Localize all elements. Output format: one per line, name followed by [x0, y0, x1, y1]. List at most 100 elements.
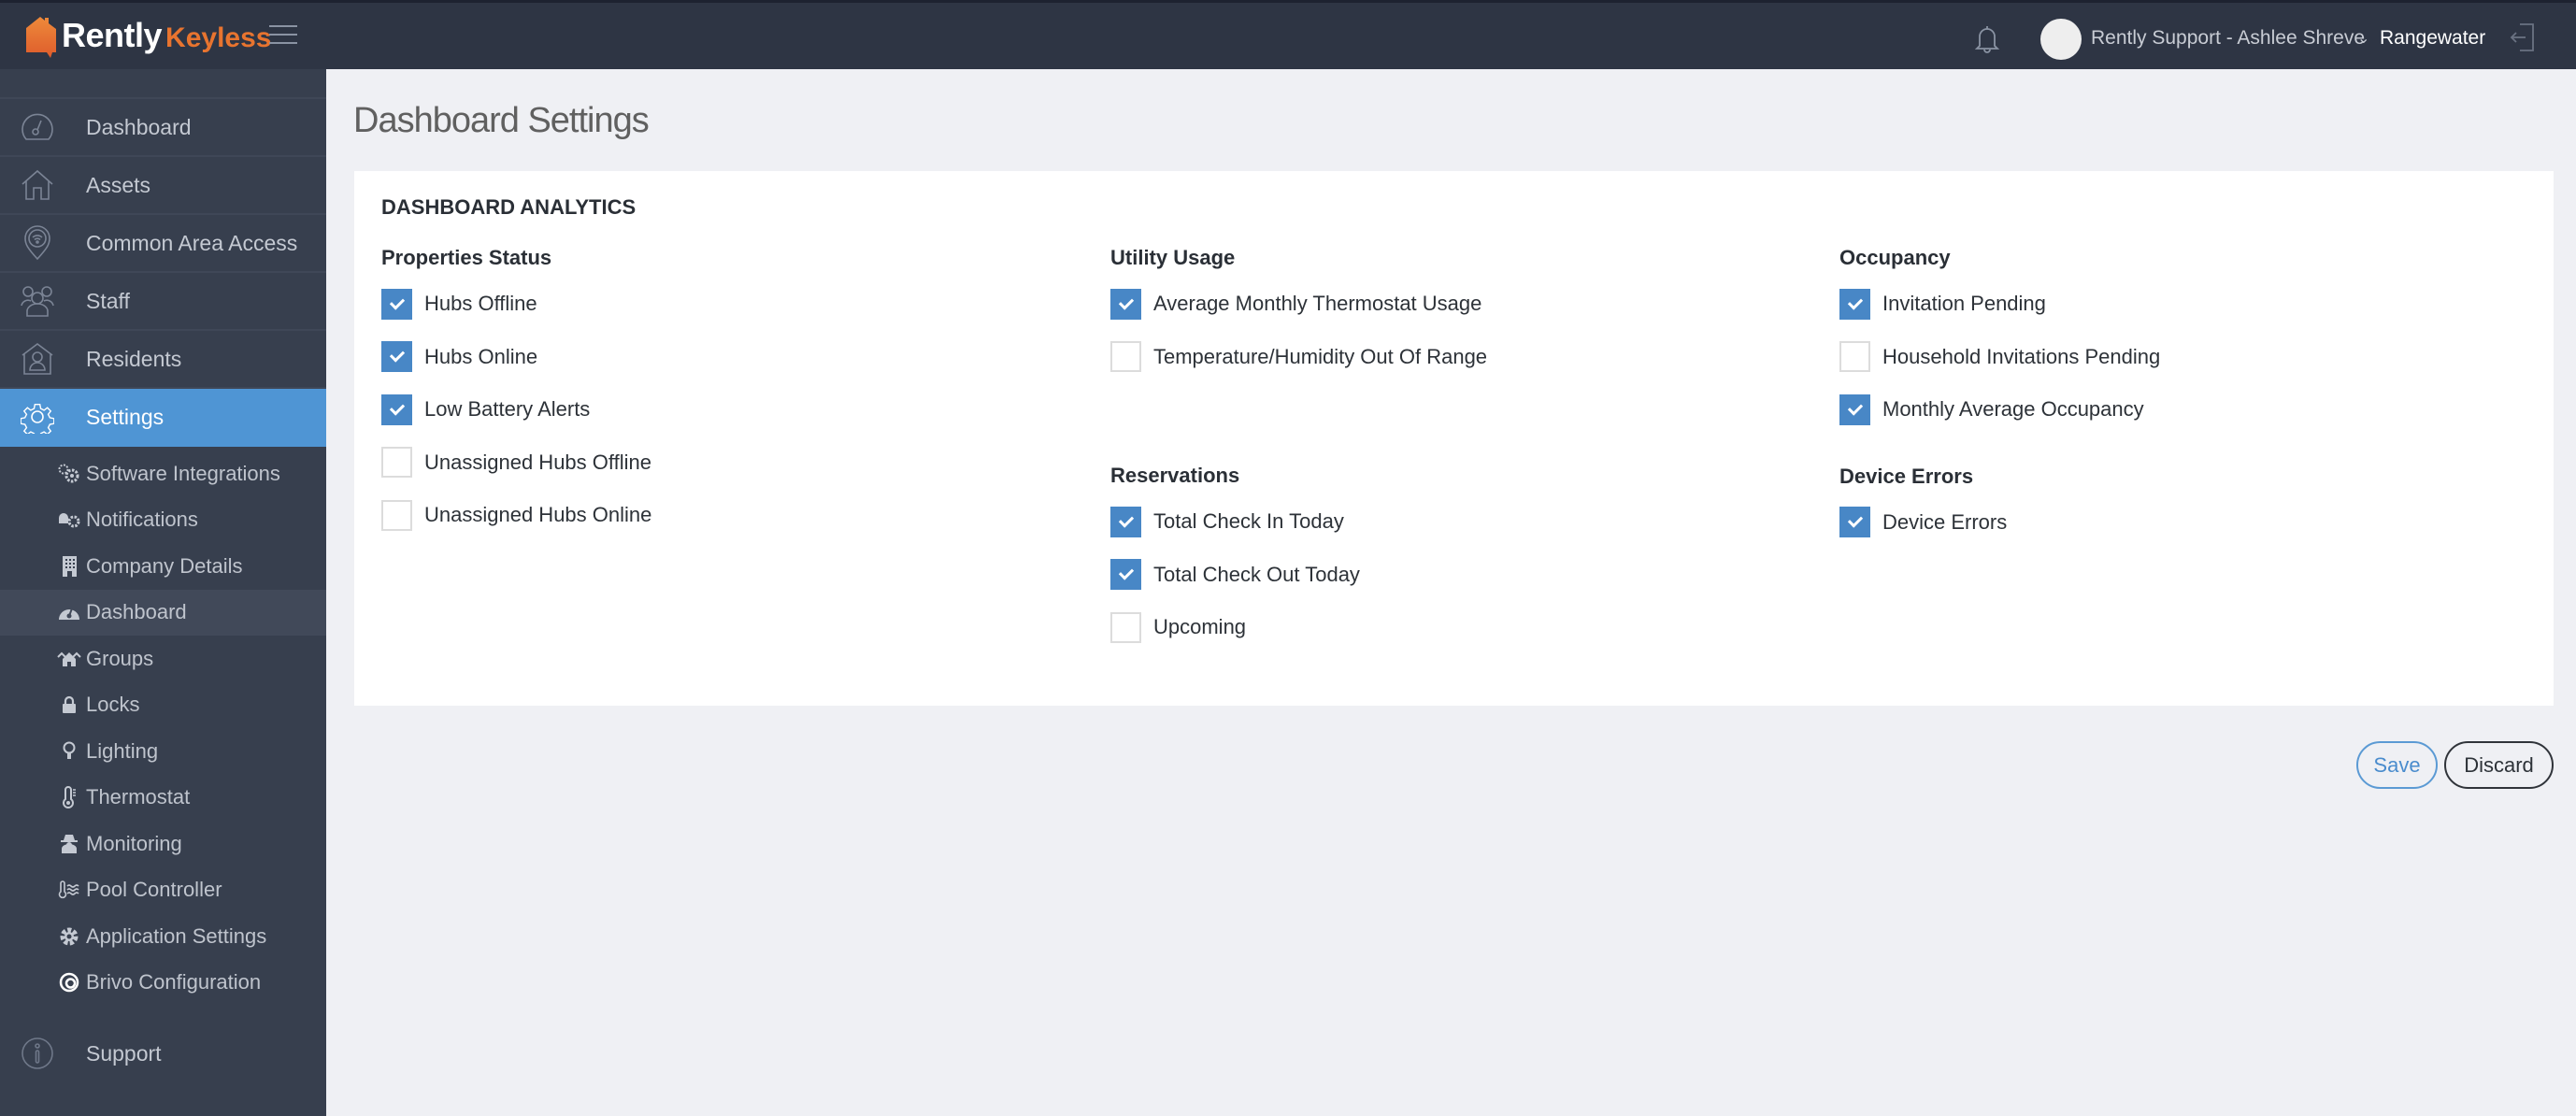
checkbox[interactable]: [381, 341, 412, 373]
submenu-item-label: Brivo Configuration: [86, 970, 262, 994]
checkbox[interactable]: [1110, 559, 1141, 591]
group-title: Occupancy: [1839, 246, 1951, 269]
checkbox[interactable]: [1839, 341, 1870, 373]
brivo-icon: [56, 970, 82, 994]
sidebar-item-staff[interactable]: Staff: [0, 273, 326, 331]
option-invitation-pending[interactable]: Invitation Pending: [1839, 278, 2160, 331]
submenu-item-brivo-configuration[interactable]: Brivo Configuration: [0, 960, 326, 1007]
submenu-item-software-integrations[interactable]: Software Integrations: [0, 451, 326, 497]
checkbox[interactable]: [1110, 288, 1141, 320]
checkbox[interactable]: [1110, 341, 1141, 373]
option-hubs-online[interactable]: Hubs Online: [381, 331, 651, 384]
sidebar-item-label: Residents: [86, 346, 182, 371]
houses-icon: [56, 647, 82, 671]
option-monthly-average-occupancy[interactable]: Monthly Average Occupancy: [1839, 383, 2160, 436]
sidebar-item-label: Assets: [86, 172, 151, 197]
checkbox[interactable]: [1839, 393, 1870, 425]
option-unassigned-hubs-online[interactable]: Unassigned Hubs Online: [381, 489, 651, 542]
sidebar-item-common-area-access[interactable]: Common Area Access: [0, 215, 326, 273]
organization-name[interactable]: Rangewater: [2380, 27, 2485, 50]
checkbox-label: Device Errors: [1882, 509, 2008, 534]
menu-icon[interactable]: [269, 25, 297, 48]
group-title: Device Errors: [1839, 464, 1974, 488]
sidebar-item-label: Settings: [86, 404, 165, 429]
submenu-item-dashboard[interactable]: Dashboard: [0, 589, 326, 636]
house-icon: [19, 166, 56, 204]
sidebar-item-label: Staff: [86, 288, 130, 313]
logo-text-primary: Rently: [62, 16, 163, 54]
checkbox[interactable]: [381, 447, 412, 479]
spy-icon: [56, 832, 82, 856]
option-low-battery-alerts[interactable]: Low Battery Alerts: [381, 383, 651, 436]
dashboard-gauge-icon: [56, 600, 82, 624]
option-hubs-offline[interactable]: Hubs Offline: [381, 278, 651, 331]
option-average-monthly-thermostat-usage[interactable]: Average Monthly Thermostat Usage: [1110, 278, 1487, 331]
option-upcoming[interactable]: Upcoming: [1110, 601, 1487, 654]
submenu-item-label: Monitoring: [86, 831, 182, 855]
submenu-item-company-details[interactable]: Company Details: [0, 543, 326, 590]
sidebar-item-assets[interactable]: Assets: [0, 157, 326, 215]
option-total-check-in-today[interactable]: Total Check In Today: [1110, 495, 1487, 549]
sidebar: Dashboard Assets Common Area Access Staf…: [0, 69, 326, 1116]
checkbox-label: Hubs Online: [424, 344, 538, 368]
checkbox-label: Temperature/Humidity Out Of Range: [1153, 344, 1488, 368]
checkbox[interactable]: [1839, 288, 1870, 320]
settings-submenu: Software Integrations Notifications Comp…: [0, 447, 326, 1006]
checkbox[interactable]: [381, 288, 412, 320]
submenu-item-pool-controller[interactable]: Pool Controller: [0, 867, 326, 914]
submenu-item-label: Software Integrations: [86, 461, 280, 485]
sidebar-item-residents[interactable]: Residents: [0, 331, 326, 389]
submenu-item-application-settings[interactable]: Application Settings: [0, 913, 326, 960]
gear-icon: [19, 398, 56, 436]
checkbox-label: Unassigned Hubs Offline: [424, 450, 651, 474]
group-title: Properties Status: [381, 246, 552, 269]
submenu-item-label: Company Details: [86, 553, 243, 578]
info-icon: [19, 1035, 56, 1072]
speedometer-icon: [19, 108, 56, 146]
submenu-item-label: Notifications: [86, 508, 198, 532]
submenu-item-label: Application Settings: [86, 923, 267, 948]
submenu-item-notifications[interactable]: Notifications: [0, 497, 326, 544]
option-device-errors[interactable]: Device Errors: [1839, 496, 2160, 550]
submenu-item-groups[interactable]: Groups: [0, 636, 326, 682]
submenu-item-locks[interactable]: Locks: [0, 682, 326, 729]
option-unassigned-hubs-offline[interactable]: Unassigned Hubs Offline: [381, 436, 651, 490]
group-occupancy: Occupancy Invitation Pending Household I…: [1839, 246, 2160, 436]
submenu-item-label: Groups: [86, 646, 154, 670]
user-name[interactable]: Rently Support - Ashlee Shreve: [2091, 27, 2365, 50]
checkbox-label: Average Monthly Thermostat Usage: [1153, 292, 1482, 316]
lock-icon: [56, 693, 82, 717]
column-occupancy-device-errors: Occupancy Invitation Pending Household I…: [1839, 246, 2160, 549]
sidebar-item-label: Support: [86, 1040, 162, 1066]
checkbox[interactable]: [1110, 506, 1141, 537]
group-device-errors: Device Errors Device Errors: [1839, 465, 2160, 550]
submenu-item-lighting[interactable]: Lighting: [0, 728, 326, 775]
sidebar-item-dashboard[interactable]: Dashboard: [0, 99, 326, 157]
chevron-down-icon[interactable]: ⌄: [2357, 29, 2369, 48]
sidebar-item-settings[interactable]: Settings: [0, 389, 326, 447]
page-title: Dashboard Settings: [353, 101, 650, 140]
rently-keyless-logo[interactable]: Rently Keyless: [24, 12, 271, 59]
pool-temperature-icon: [56, 878, 82, 902]
avatar[interactable]: [2040, 19, 2082, 60]
submenu-item-thermostat[interactable]: Thermostat: [0, 775, 326, 822]
checkbox[interactable]: [1110, 611, 1141, 643]
group-properties-status: Properties Status Hubs Offline Hubs Onli…: [381, 246, 651, 542]
checkbox-label: Hubs Offline: [424, 292, 537, 316]
checkbox[interactable]: [1839, 507, 1870, 538]
bell-icon[interactable]: [1974, 23, 2000, 53]
checkbox-label: Household Invitations Pending: [1882, 344, 2161, 368]
save-button[interactable]: Save: [2356, 741, 2438, 789]
logout-icon[interactable]: [2509, 21, 2537, 53]
resident-house-icon: [19, 340, 56, 378]
submenu-item-monitoring[interactable]: Monitoring: [0, 821, 326, 867]
option-total-check-out-today[interactable]: Total Check Out Today: [1110, 549, 1487, 602]
logo-text-secondary: Keyless: [165, 22, 272, 53]
checkbox[interactable]: [381, 393, 412, 425]
option-household-invitations-pending[interactable]: Household Invitations Pending: [1839, 331, 2160, 384]
discard-button[interactable]: Discard: [2444, 741, 2554, 789]
sidebar-item-support[interactable]: Support: [0, 1024, 326, 1082]
option-temperature-humidity-out-of-range[interactable]: Temperature/Humidity Out Of Range: [1110, 331, 1487, 384]
checkbox[interactable]: [381, 499, 412, 531]
users-icon: [19, 282, 56, 320]
